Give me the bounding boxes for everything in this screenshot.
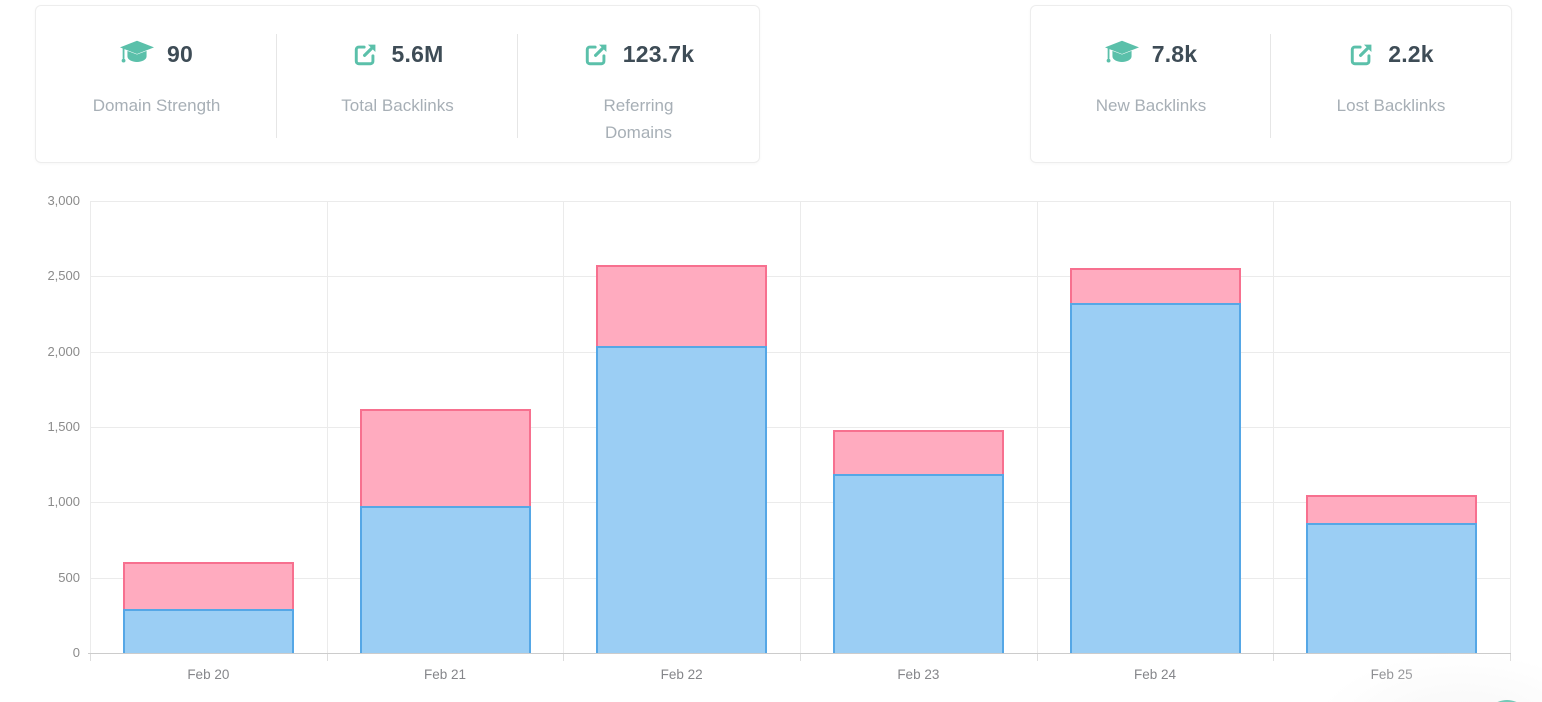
x-axis-category-label: Feb 20	[148, 667, 268, 682]
gridline-v	[1273, 201, 1274, 653]
x-axis-category-label: Feb 23	[858, 667, 978, 682]
gridline-v	[327, 201, 328, 653]
gridline-v	[800, 201, 801, 653]
y-axis-tick-label: 2,000	[18, 344, 80, 359]
bar-segment-blue-feb-21[interactable]	[360, 506, 531, 653]
bar-segment-blue-feb-24[interactable]	[1070, 303, 1241, 653]
gridline-v	[1510, 201, 1511, 653]
gridline-v	[90, 201, 91, 653]
x-axis-category-label: Feb 21	[385, 667, 505, 682]
gridline-v	[563, 201, 564, 653]
y-axis-tick-label: 1,500	[18, 419, 80, 434]
bar-segment-pink-feb-21[interactable]	[360, 409, 531, 506]
gridline-v	[1037, 201, 1038, 653]
x-axis-tick	[327, 653, 328, 661]
y-axis-tick-label: 0	[18, 645, 80, 660]
backlinks-stacked-bar-chart: 0 500 1,000 1,500 2,000 2,500 3,000 Feb 20 Feb 2…	[0, 0, 1542, 702]
y-axis-tick-label: 3,000	[18, 193, 80, 208]
bar-segment-pink-feb-25[interactable]	[1306, 495, 1477, 523]
x-axis-line	[88, 653, 1511, 654]
bar-segment-blue-feb-20[interactable]	[123, 609, 294, 653]
x-axis-tick	[1037, 653, 1038, 661]
bar-segment-blue-feb-23[interactable]	[833, 474, 1004, 653]
y-axis-tick-label: 500	[18, 570, 80, 585]
bar-segment-blue-feb-22[interactable]	[596, 346, 767, 653]
bar-segment-pink-feb-23[interactable]	[833, 430, 1004, 474]
x-axis-category-label: Feb 24	[1095, 667, 1215, 682]
x-axis-tick	[563, 653, 564, 661]
y-axis-tick-label: 2,500	[18, 268, 80, 283]
bar-segment-blue-feb-25[interactable]	[1306, 523, 1477, 653]
x-axis-tick	[800, 653, 801, 661]
bar-segment-pink-feb-24[interactable]	[1070, 268, 1241, 303]
x-axis-tick	[1273, 653, 1274, 661]
bar-segment-pink-feb-22[interactable]	[596, 265, 767, 346]
y-axis-tick-label: 1,000	[18, 494, 80, 509]
x-axis-category-label: Feb 22	[622, 667, 742, 682]
bar-segment-pink-feb-20[interactable]	[123, 562, 294, 609]
x-axis-tick	[90, 653, 91, 661]
